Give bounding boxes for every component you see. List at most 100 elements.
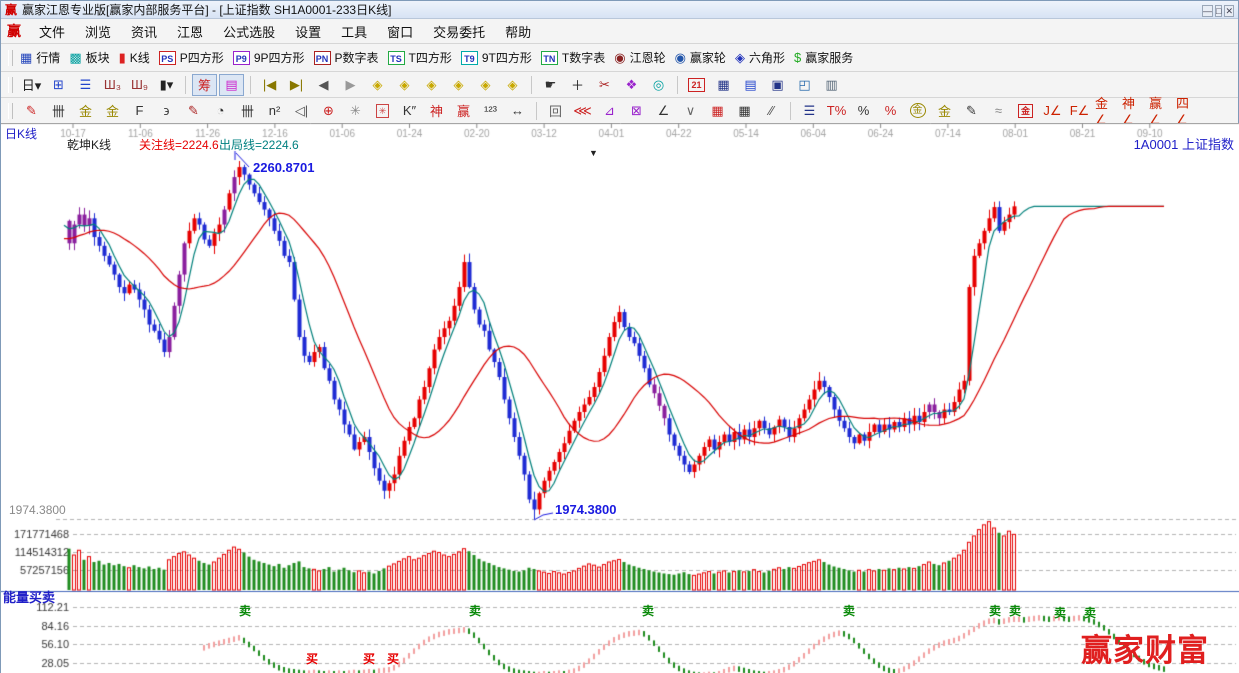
width-tool[interactable]: ↔	[505, 100, 530, 122]
sectors-button[interactable]: ▩板块	[69, 49, 109, 66]
9t-square-button[interactable]: T99T四方形	[461, 49, 532, 66]
circle-cycle-tool[interactable]: ◔	[208, 100, 233, 122]
first-bar-button[interactable]: |◀	[257, 74, 282, 96]
mirror-tool[interactable]: ◁|	[289, 100, 314, 122]
gann-diamond-left[interactable]: ◈	[365, 74, 390, 96]
menu-文件[interactable]: 文件	[29, 20, 75, 43]
gann-diamond-expand[interactable]: ◈	[473, 74, 498, 96]
print-tool[interactable]: ▥	[819, 74, 844, 96]
n2-ruler[interactable]: n²	[262, 100, 287, 122]
minimize-button[interactable]: —	[1202, 5, 1213, 17]
9p-square-button[interactable]: P99P四方形	[233, 49, 305, 66]
k-mark-tool[interactable]: Κ″	[397, 100, 422, 122]
parallel-lines-tool[interactable]: ⁄⁄	[759, 100, 784, 122]
close-button[interactable]: ✕	[1224, 5, 1234, 17]
quotes-button[interactable]: ▦行情	[20, 49, 60, 66]
grid-tool[interactable]: ▦	[705, 100, 730, 122]
count-ruler[interactable]: ¹²³	[478, 100, 503, 122]
percent-line-tool[interactable]: %	[878, 100, 903, 122]
menu-江恩[interactable]: 江恩	[167, 20, 213, 43]
kline-canvas[interactable]	[1, 123, 1239, 673]
wave-9-tool[interactable]: Ш₉	[127, 74, 152, 96]
gold-circle-tool[interactable]: 金	[905, 100, 930, 122]
gann-fan-tool[interactable]: ⋘	[570, 100, 595, 122]
export-chart-tool[interactable]: ◰	[792, 74, 817, 96]
t-number-button[interactable]: TNT数字表	[541, 49, 605, 66]
chip-distribution-tool[interactable]: 筹	[192, 74, 217, 96]
notes-tool[interactable]: ▤	[738, 74, 763, 96]
menu-工具[interactable]: 工具	[331, 20, 377, 43]
save-tool[interactable]: ▣	[765, 74, 790, 96]
menu-窗口[interactable]: 窗口	[377, 20, 423, 43]
grid-box-tool[interactable]: ▦	[732, 100, 757, 122]
hexagon-button[interactable]: ◈六角形	[735, 49, 785, 66]
star-grid-tool[interactable]: ✳	[343, 100, 368, 122]
winner-service-button[interactable]: $赢家服务	[794, 49, 853, 66]
menu-帮助[interactable]: 帮助	[495, 20, 541, 43]
fib-ruler[interactable]: F	[127, 100, 152, 122]
pen-angle-tool[interactable]: ✎	[959, 100, 984, 122]
gold-ratio-ruler[interactable]: 金	[73, 100, 98, 122]
menu-公式选股[interactable]: 公式选股	[213, 20, 285, 43]
gold-level-tool[interactable]: 金	[932, 100, 957, 122]
fenxing-tool[interactable]: ◎	[646, 74, 671, 96]
kline-button[interactable]: ▮K线	[119, 49, 150, 66]
level-list-tool[interactable]: ☰	[797, 100, 822, 122]
crosshair-tool[interactable]: ＋	[565, 74, 590, 96]
gann-ghost-tool[interactable]: ❖	[619, 74, 644, 96]
tick-ruler-tool[interactable]: 卌	[46, 100, 71, 122]
menu-浏览[interactable]: 浏览	[75, 20, 121, 43]
p-number-button[interactable]: PNP数字表	[314, 49, 379, 66]
pen-ruler[interactable]: ✎	[181, 100, 206, 122]
shen-ruler[interactable]: 神	[424, 100, 449, 122]
maximize-button[interactable]: □	[1215, 5, 1222, 17]
calculator-tool[interactable]: ▦	[711, 74, 736, 96]
gold-angle-tool[interactable]: 金∠	[1094, 100, 1119, 122]
star-box-tool[interactable]: ✳	[370, 100, 395, 122]
menu-资讯[interactable]: 资讯	[121, 20, 167, 43]
gann-diamond-right[interactable]: ◈	[392, 74, 417, 96]
percent-top-tool[interactable]: T%	[824, 100, 849, 122]
time-ruler[interactable]: 卌	[235, 100, 260, 122]
gann-diamond-h[interactable]: ◈	[419, 74, 444, 96]
main-chart-view[interactable]: ⊞	[46, 74, 71, 96]
hand-tool[interactable]: ☛	[538, 74, 563, 96]
angle-tool[interactable]: ∠	[651, 100, 676, 122]
menu-交易委托[interactable]: 交易委托	[423, 20, 495, 43]
ying-ruler[interactable]: 赢	[451, 100, 476, 122]
info-panel[interactable]: ☰	[73, 74, 98, 96]
last-bar-button[interactable]: ▶|	[284, 74, 309, 96]
title-bar[interactable]: 赢 赢家江恩专业版[赢家内部服务平台] - [上证指数 SH1A0001-233…	[1, 1, 1238, 19]
v-wave-tool[interactable]: ∨	[678, 100, 703, 122]
gann-fan-box-tool[interactable]: ⊿	[597, 100, 622, 122]
gann-diamond-compress[interactable]: ◈	[500, 74, 525, 96]
winner-wheel-button[interactable]: ◉赢家轮	[675, 49, 726, 66]
p-square-button[interactable]: PSP四方形	[159, 49, 224, 66]
four-angle-tool[interactable]: 四∠	[1175, 100, 1200, 122]
profile-chart-tool[interactable]: ▤	[219, 74, 244, 96]
prev-bar-button[interactable]: ◀	[311, 74, 336, 96]
j-angle-tool[interactable]: J∠	[1040, 100, 1065, 122]
gann-grid-fan-tool[interactable]: ⊠	[624, 100, 649, 122]
box-select-tool[interactable]: 回	[543, 100, 568, 122]
menu-设置[interactable]: 设置	[285, 20, 331, 43]
gann-wheel-button[interactable]: ◉江恩轮	[614, 49, 665, 66]
percent-tool[interactable]: %	[851, 100, 876, 122]
cycle-ruler[interactable]: ϶	[154, 100, 179, 122]
pen-tool[interactable]: ✎	[19, 100, 44, 122]
t-square-button[interactable]: TST四方形	[388, 49, 452, 66]
wave-overlay-tool[interactable]: ≈	[986, 100, 1011, 122]
gann-compass[interactable]: ⊕	[316, 100, 341, 122]
next-bar-button[interactable]: ▶	[338, 74, 363, 96]
gold-box-tool[interactable]: 金	[1013, 100, 1038, 122]
gold-price-ruler[interactable]: 金	[100, 100, 125, 122]
candle-style-dropdown[interactable]: ▮▾	[154, 74, 179, 96]
gann-diamond-star[interactable]: ◈	[446, 74, 471, 96]
shen-angle-tool[interactable]: 神∠	[1121, 100, 1146, 122]
kline-period-dropdown[interactable]: 日▾	[19, 74, 44, 96]
calendar-tool[interactable]: 21	[684, 74, 709, 96]
measure-tool[interactable]: ✂	[592, 74, 617, 96]
f-angle-tool[interactable]: F∠	[1067, 100, 1092, 122]
ying-angle-tool[interactable]: 赢∠	[1148, 100, 1173, 122]
wave-3-tool[interactable]: Ш₃	[100, 74, 125, 96]
